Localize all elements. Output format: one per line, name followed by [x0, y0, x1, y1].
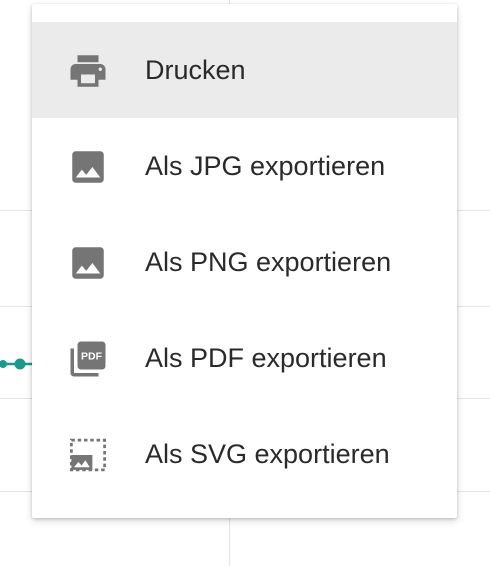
menu-item-label: Als PNG exportieren	[145, 247, 392, 277]
menu-item-export-svg[interactable]: Als SVG exportieren	[32, 406, 457, 502]
menu-item-print[interactable]: Drucken	[32, 22, 457, 118]
image-icon	[67, 146, 109, 188]
export-menu: Drucken Als JPG exportieren Als PNG expo…	[32, 4, 457, 518]
menu-item-label: Als JPG exportieren	[145, 151, 386, 181]
svg-text:PDF: PDF	[81, 351, 103, 363]
pdf-icon: PDF	[67, 338, 109, 380]
menu-item-export-png[interactable]: Als PNG exportieren	[32, 214, 457, 310]
image-icon	[67, 242, 109, 284]
menu-item-label: Als PDF exportieren	[145, 343, 387, 373]
menu-item-label: Drucken	[145, 55, 246, 85]
menu-item-export-jpg[interactable]: Als JPG exportieren	[32, 118, 457, 214]
svg-image-icon	[67, 434, 109, 476]
menu-item-export-pdf[interactable]: PDF Als PDF exportieren	[32, 310, 457, 406]
menu-item-label: Als SVG exportieren	[145, 439, 390, 469]
printer-icon	[67, 50, 109, 92]
